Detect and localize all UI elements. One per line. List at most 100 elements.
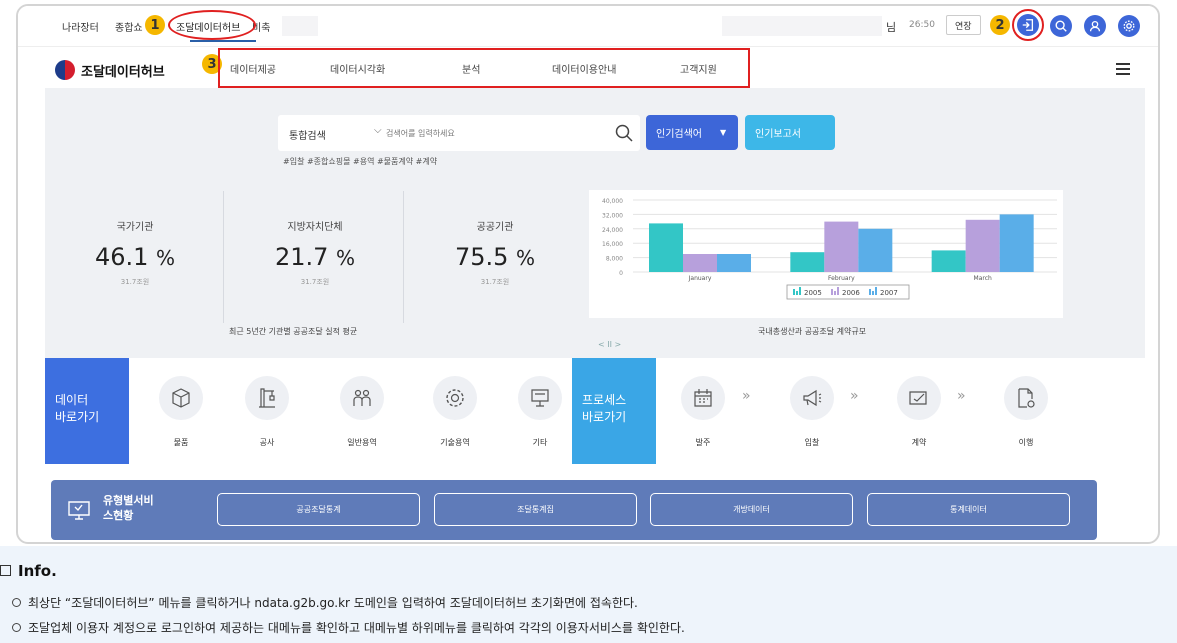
nav-item-support[interactable]: 고객지원 (680, 61, 717, 76)
stat-value: 75.5 % (405, 243, 585, 271)
stat-label: 공공기관 (476, 222, 514, 233)
box-icon (172, 388, 190, 408)
bar-chart: 40,000 32,000 24,000 16,000 8,000 0 January Feb… (602, 198, 1057, 300)
login-button[interactable] (1017, 14, 1039, 36)
taegeuk-logo-icon (55, 60, 75, 80)
process-arrow-icon: » (850, 388, 859, 404)
hashtag-list[interactable]: #입찰 #종합쇼핑몰 #용역 #물품계약 #계약 (283, 156, 437, 167)
stat-number: 46.1 (94, 243, 149, 271)
nav-item-data-provision[interactable]: 데이터제공 (230, 61, 276, 76)
public-procurement-stats-button[interactable]: 공공조달통계 (217, 493, 420, 526)
slider-controls[interactable]: < II > (598, 340, 621, 349)
shortcut-label: 기타 (532, 438, 548, 447)
calendar-icon (694, 389, 712, 407)
shortcut-general-service[interactable]: 일반용역 (322, 376, 402, 448)
stat-public: 공공기관 75.5 % 31.7조원 (405, 191, 585, 326)
y-tick-label: 0 (619, 270, 623, 277)
shortcut-etc[interactable]: 기타 (500, 376, 580, 448)
megaphone-icon (803, 389, 822, 407)
circle-bullet-icon (12, 598, 21, 607)
user-name-suffix: 님 (886, 21, 897, 34)
shortcut-order[interactable]: 발주 (663, 376, 743, 448)
search-submit-icon[interactable] (614, 123, 634, 143)
gear-icon (1123, 20, 1135, 32)
service-status-band: 유형별서비 스현황 공공조달통계 조달통계집 개방데이터 통계데이터 (51, 480, 1097, 540)
shortcut-tech-service[interactable]: 기술용역 (415, 376, 495, 448)
user-menu-button[interactable] (1084, 15, 1106, 37)
search-top-button[interactable] (1050, 15, 1072, 37)
bar-2005-March (931, 250, 966, 272)
chart-caption: 국내총생산과 공공조달 계약규모 (758, 327, 867, 336)
divider (223, 191, 224, 323)
top-utility-bar: 나라장터 종합쇼 조달데이터허브 비축 1 님 26:50 연장 2 (18, 6, 1158, 44)
blurred-user-area (722, 16, 882, 36)
search-input[interactable]: 검색어를 입력하세요 (386, 128, 455, 139)
legend-swatch (875, 287, 877, 295)
shortcut-label: 공사 (259, 438, 275, 447)
popular-keywords-button[interactable]: 인기검색어 ▼ (646, 115, 738, 150)
info-title-text: Info. (18, 562, 57, 580)
statistics-data-button[interactable]: 통계데이터 (867, 493, 1070, 526)
nav-item-guide[interactable]: 데이터이용안내 (552, 61, 616, 76)
login-icon (1022, 19, 1034, 31)
nav-item-visualization[interactable]: 데이터시각화 (330, 61, 385, 76)
open-data-button[interactable]: 개방데이터 (650, 493, 853, 526)
stat-unit: % (156, 246, 176, 270)
popular-keywords-label: 인기검색어 (656, 129, 702, 140)
info-panel: Info. 최상단 “조달데이터허브” 메뉴를 클릭하거나 ndata.g2b.… (0, 546, 1177, 643)
shortcut-fulfillment[interactable]: 이행 (986, 376, 1066, 448)
x-tick-label: March (974, 275, 992, 282)
chevron-down-icon: ⌵ (374, 125, 382, 136)
legend-label: 2007 (880, 289, 898, 297)
search-category-select[interactable]: 통합검색 (289, 127, 326, 142)
bar-chart-card: 40,000 32,000 24,000 16,000 8,000 0 January Feb… (589, 190, 1063, 318)
legend-swatch (869, 289, 871, 295)
hamburger-menu-icon[interactable] (1116, 63, 1130, 78)
x-tick-label: February (828, 275, 855, 282)
stat-number: 75.5 (454, 243, 509, 271)
bar-2007-March (999, 214, 1034, 272)
site-logo[interactable]: 조달데이터허브 (55, 60, 165, 80)
top-link-mall[interactable]: 종합쇼 (115, 19, 143, 34)
stats-caption: 최근 5년간 기관별 공공조달 실적 평균 (229, 327, 358, 336)
legend-swatch (799, 287, 801, 295)
legend-swatch (837, 287, 839, 295)
top-link-naraj[interactable]: 나라장터 (62, 19, 99, 34)
bar-2005-January (649, 223, 683, 272)
active-tab-underline (190, 40, 256, 42)
shortcut-label: 이행 (1018, 438, 1034, 447)
nav-item-analysis[interactable]: 분석 (462, 61, 480, 76)
shortcut-construction[interactable]: 공사 (227, 376, 307, 448)
info-line-2: 조달업체 이용자 계정으로 로그인하여 제공하는 대메뉴를 확인하고 대메뉴별 … (12, 619, 685, 636)
legend-label: 2005 (804, 289, 822, 297)
procurement-stats-book-button[interactable]: 조달통계집 (434, 493, 637, 526)
checkbox-square-icon (0, 565, 11, 576)
shortcut-bid[interactable]: 입찰 (772, 376, 852, 448)
document-gear-icon (1018, 388, 1035, 408)
info-title: Info. (0, 562, 57, 580)
session-extend-button[interactable]: 연장 (946, 15, 981, 35)
y-tick-label: 24,000 (602, 227, 623, 234)
stat-local: 지방자치단체 21.7 % 31.7조원 (225, 191, 405, 326)
people-icon (353, 389, 371, 406)
shortcut-contract[interactable]: 계약 (879, 376, 959, 448)
settings-button[interactable] (1118, 15, 1140, 37)
y-tick-label: 8,000 (606, 256, 623, 263)
stat-amount: 31.7조원 (120, 278, 150, 286)
monitor-icon (68, 501, 90, 520)
contract-icon (909, 391, 927, 405)
y-tick-label: 40,000 (602, 198, 623, 205)
stat-amount: 31.7조원 (480, 278, 510, 286)
popular-reports-button[interactable]: 인기보고서 (745, 115, 835, 150)
user-icon (1089, 20, 1101, 32)
logo-text: 조달데이터허브 (81, 64, 165, 80)
shortcut-label: 입찰 (804, 438, 820, 447)
info-text: 조달업체 이용자 계정으로 로그인하여 제공하는 대메뉴를 확인하고 대메뉴별 … (28, 621, 685, 635)
bar-2007-February (858, 228, 893, 272)
crane-icon (259, 388, 275, 408)
shortcut-goods[interactable]: 물품 (141, 376, 221, 448)
legend-swatch (796, 291, 798, 295)
info-text: 최상단 “조달데이터허브” 메뉴를 클릭하거나 ndata.g2b.go.kr … (28, 596, 638, 610)
process-arrow-icon: » (957, 388, 966, 404)
stat-number: 21.7 (274, 243, 329, 271)
